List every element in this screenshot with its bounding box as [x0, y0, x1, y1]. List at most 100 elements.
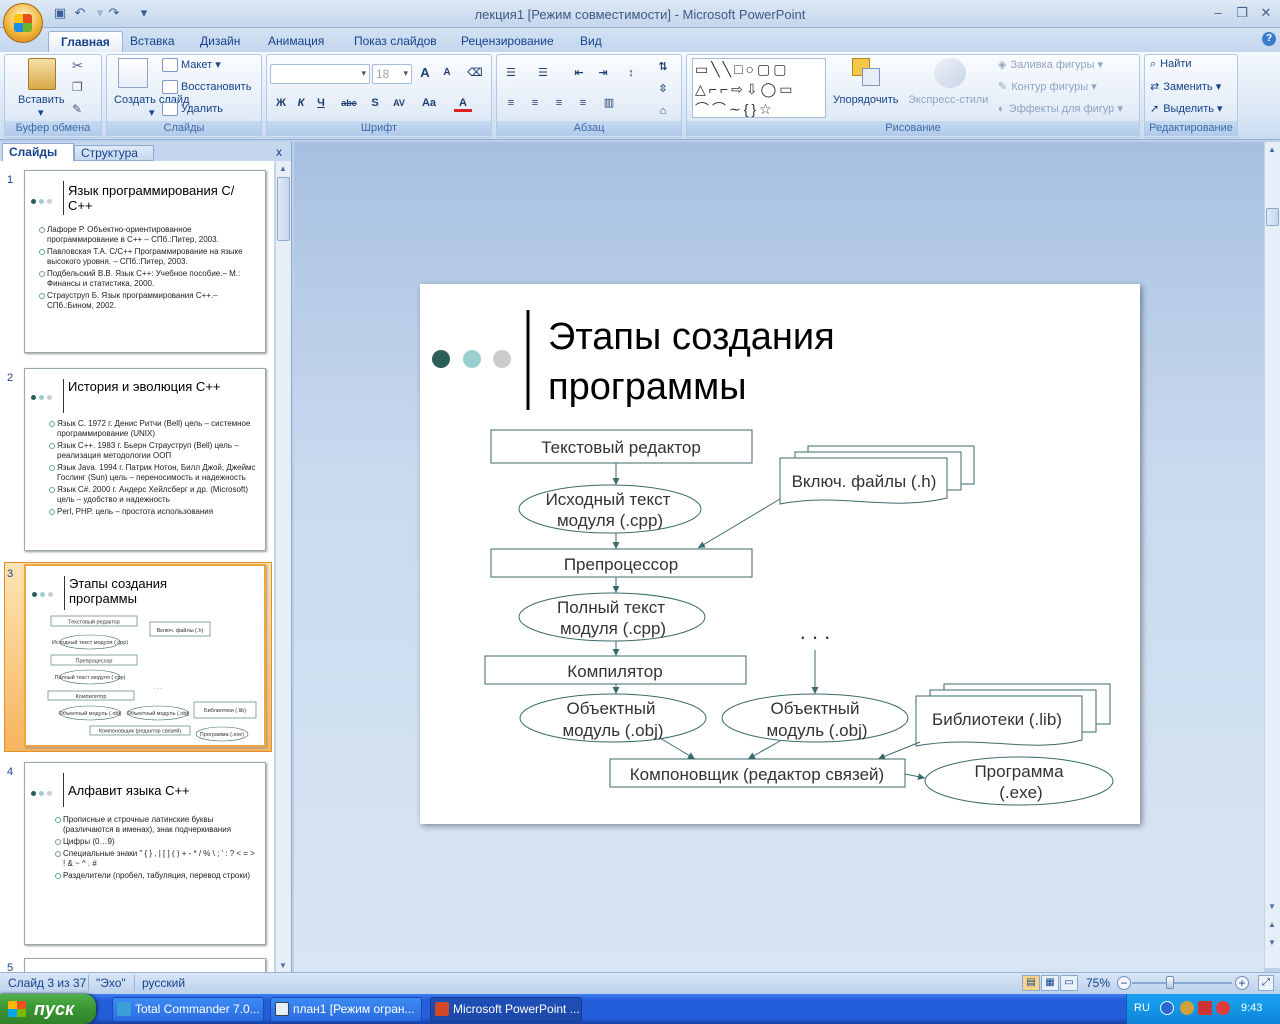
zoom-in-icon[interactable]: +	[1235, 976, 1249, 990]
language-indicator[interactable]: RU	[1134, 1002, 1150, 1014]
start-button[interactable]: пуск	[0, 994, 96, 1024]
bold-icon[interactable]: Ж	[272, 94, 290, 112]
select-button[interactable]: ➚ Выделить ▾	[1150, 102, 1223, 115]
replace-button[interactable]: ⇄ Заменить ▾	[1150, 80, 1221, 93]
sorter-view-icon[interactable]: ▦	[1041, 975, 1059, 991]
task-plan1[interactable]: план1 [Режим огран...	[270, 997, 422, 1022]
slide-title[interactable]: Этапы создания программы	[548, 312, 835, 412]
current-slide[interactable]: Текстовый редактор Включ. файлы (.h) Исх…	[420, 284, 1140, 824]
minimize-button[interactable]: –	[1208, 5, 1228, 21]
prev-slide-icon[interactable]: ▲	[1268, 920, 1276, 929]
shape-outline-button[interactable]: ✎ Контур фигуры ▾	[998, 80, 1097, 93]
strikethrough-icon[interactable]: abc	[340, 94, 358, 112]
antivirus-icon[interactable]	[1216, 1001, 1230, 1015]
scroll-thumb[interactable]	[1266, 208, 1279, 226]
increase-indent-icon[interactable]: ⇥	[594, 64, 612, 82]
font-name-select[interactable]: ▾	[270, 64, 370, 84]
slideshow-view-icon[interactable]: ▭	[1060, 975, 1078, 991]
numbering-icon[interactable]: ☰	[534, 64, 552, 82]
text-direction-icon[interactable]: ⇅	[654, 58, 672, 76]
slide-thumbnail-3[interactable]: Этапы создания программы Текстовый редак…	[24, 564, 266, 747]
zoom-slider-thumb[interactable]	[1166, 976, 1174, 989]
arrange-icon[interactable]	[852, 58, 884, 88]
tab-animation[interactable]: Анимация	[256, 31, 336, 52]
tab-slideshow[interactable]: Показ слайдов	[342, 31, 449, 52]
align-right-icon[interactable]: ≡	[550, 94, 568, 112]
scroll-down-icon[interactable]: ▼	[279, 961, 287, 970]
shrink-font-icon[interactable]: A	[438, 64, 456, 82]
font-color-icon[interactable]: A	[454, 94, 472, 112]
new-slide-icon[interactable]	[118, 58, 148, 88]
shape-fill-button[interactable]: ◈ Заливка фигуры ▾	[998, 58, 1103, 71]
align-text-icon[interactable]: ⇳	[654, 80, 672, 98]
italic-icon[interactable]: К	[292, 94, 310, 112]
line-spacing-icon[interactable]: ↕	[622, 64, 640, 82]
scroll-up-icon[interactable]: ▲	[1268, 145, 1276, 154]
quick-styles-button[interactable]: Экспресс-стили	[908, 94, 988, 106]
scroll-up-icon[interactable]: ▲	[279, 164, 287, 173]
normal-view-icon[interactable]: ▤	[1022, 975, 1040, 991]
bullets-icon[interactable]: ☰	[502, 64, 520, 82]
slide-thumbnail-1[interactable]: Язык программирования С/С++ Лафоре Р. Об…	[24, 170, 266, 353]
clear-format-icon[interactable]: ⌫	[466, 64, 484, 82]
maximize-button[interactable]: ❐	[1232, 5, 1252, 21]
back-arrow-icon[interactable]	[1160, 1001, 1174, 1015]
slide-thumbnail-5[interactable]	[24, 958, 266, 972]
underline-icon[interactable]: Ч	[312, 94, 330, 112]
grow-font-icon[interactable]: A	[416, 64, 434, 82]
decrease-indent-icon[interactable]: ⇤	[570, 64, 588, 82]
shapes-gallery[interactable]: ▭╲╲□○▢▢ △⌐⌐⇨⇩◯▭ ⌒⌒∼{}☆	[692, 58, 826, 118]
next-slide-icon[interactable]: ▼	[1268, 938, 1276, 947]
tab-review[interactable]: Рецензирование	[449, 31, 566, 52]
office-button[interactable]	[3, 3, 43, 43]
shape-effects-button[interactable]: ◐ Эффекты для фигур ▾	[998, 102, 1123, 115]
tab-outline[interactable]: Структура	[74, 145, 154, 161]
close-button[interactable]: ✕	[1256, 5, 1276, 21]
language[interactable]: русский	[142, 976, 185, 990]
layout-button[interactable]: Макет ▾	[162, 58, 221, 73]
align-left-icon[interactable]: ≡	[502, 94, 520, 112]
network-icon[interactable]	[1180, 1001, 1194, 1015]
arrange-button[interactable]: Упорядочить	[833, 94, 898, 106]
shadow-icon[interactable]: S	[366, 94, 384, 112]
scroll-down-icon[interactable]: ▼	[1268, 902, 1276, 911]
pane-close-icon[interactable]: x	[272, 145, 286, 159]
tab-home[interactable]: Главная	[48, 31, 123, 52]
paste-button[interactable]: Вставить	[18, 94, 65, 106]
fit-to-window-icon[interactable]: ⤢	[1258, 975, 1274, 991]
spacing-icon[interactable]: AV	[390, 94, 408, 112]
slide-thumbnail-2[interactable]: История и эволюция С++ Язык С. 1972 г. Д…	[24, 368, 266, 551]
new-slide-dropdown-icon[interactable]: ▾	[149, 106, 155, 119]
tab-insert[interactable]: Вставка	[118, 31, 187, 52]
tab-view[interactable]: Вид	[568, 31, 614, 52]
paste-dropdown-icon[interactable]: ▾	[38, 106, 44, 119]
align-center-icon[interactable]: ≡	[526, 94, 544, 112]
pane-scrollbar[interactable]: ▲ ▼	[275, 161, 291, 972]
copy-icon[interactable]: ❐	[72, 80, 83, 94]
scroll-thumb[interactable]	[277, 177, 290, 241]
slide-thumbnail-4[interactable]: Алфавит языка С++ Прописные и строчные л…	[24, 762, 266, 945]
cut-icon[interactable]: ✂	[72, 58, 83, 74]
slide-number: 4	[7, 766, 14, 778]
zoom-level[interactable]: 75%	[1086, 976, 1110, 990]
paste-icon[interactable]	[28, 58, 56, 90]
format-painter-icon[interactable]: ✎	[72, 102, 82, 116]
columns-icon[interactable]: ▥	[600, 94, 618, 112]
zoom-out-icon[interactable]: −	[1117, 976, 1131, 990]
task-total-commander[interactable]: Total Commander 7.0...	[112, 997, 264, 1022]
tab-design[interactable]: Дизайн	[188, 31, 252, 52]
find-button[interactable]: ⌕ Найти	[1150, 58, 1192, 71]
zoom-slider[interactable]	[1132, 982, 1232, 984]
change-case-icon[interactable]: Aa	[420, 94, 438, 112]
shield-icon[interactable]	[1198, 1001, 1212, 1015]
editor-scrollbar[interactable]: ▲ ▼ ▲ ▼	[1264, 142, 1280, 968]
smartart-icon[interactable]: ⌂	[654, 102, 672, 120]
reset-button[interactable]: Восстановить	[162, 80, 251, 94]
help-icon[interactable]: ?	[1262, 32, 1276, 46]
tab-slides[interactable]: Слайды	[2, 143, 74, 161]
task-powerpoint[interactable]: Microsoft PowerPoint ...	[430, 997, 582, 1022]
justify-icon[interactable]: ≡	[574, 94, 592, 112]
font-size-select[interactable]: 18 ▾	[372, 64, 412, 84]
quick-styles-icon[interactable]	[934, 58, 966, 88]
delete-slide-button[interactable]: Удалить	[162, 102, 223, 116]
